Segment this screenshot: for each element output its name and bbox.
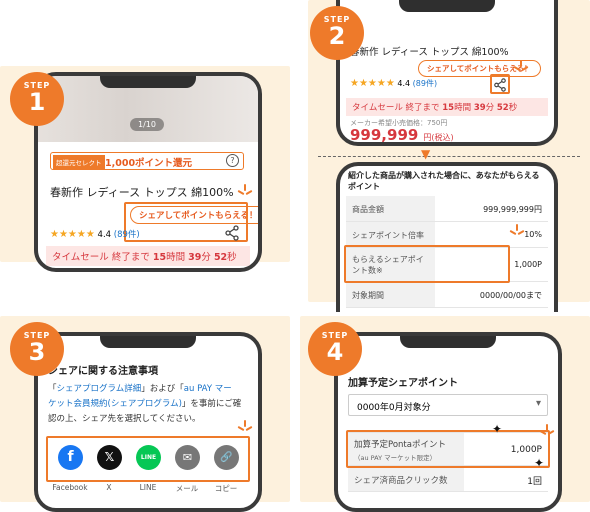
sparkle-icon: ✦ <box>534 456 545 470</box>
spark-icon <box>513 60 529 74</box>
sale-hours-unit: 時間 <box>454 103 472 113</box>
sale-seconds: 52 <box>496 103 509 113</box>
price-unit: 円(税込) <box>423 133 454 142</box>
share-label: メール <box>175 484 199 493</box>
sale-hours: 15 <box>152 252 167 263</box>
notice-heading: シェアに関する注意事項 <box>48 366 158 377</box>
help-icon[interactable]: ? <box>226 154 239 167</box>
select-value: 0000年0月対象分 <box>357 403 431 413</box>
sale-minutes-unit: 分 <box>485 103 495 113</box>
member-terms-link[interactable]: ケット会員規約(シェアプログラム) <box>48 399 182 409</box>
step2-phone-bottom: 紹介した商品が購入された場合に、あなたがもらえるポイント 商品金額 999,999… <box>336 162 558 312</box>
share-icon[interactable] <box>490 74 510 94</box>
table-row: 商品金額 999,999,999円 <box>346 196 548 222</box>
rating[interactable]: ★★★★★ 4.4 (89件) <box>350 78 437 89</box>
down-arrow-icon: ▼ <box>421 147 431 161</box>
sale-minutes-unit: 分 <box>201 252 211 263</box>
rating-value: 4.4 <box>397 79 411 88</box>
rating-value: 4.4 <box>97 230 112 240</box>
highlight-box <box>346 430 550 468</box>
step4-badge: STEP 4 <box>308 322 362 376</box>
table-row: 対象期間 0000/00/00まで <box>346 282 548 308</box>
step1-badge: STEP 1 <box>10 72 64 126</box>
row-key: 商品金額 <box>346 196 435 221</box>
line-icon[interactable]: LINE <box>136 445 161 470</box>
step2-badge: STEP 2 <box>310 6 364 60</box>
dashed-divider <box>318 156 580 157</box>
product-title: 春新作 レディース トップス 綿100% <box>50 186 234 199</box>
row-value: 1,000P <box>514 260 542 269</box>
step3-badge: STEP 3 <box>10 322 64 376</box>
sale-prefix: タイムセール 終了まで <box>352 103 440 113</box>
stars-icon: ★★★★★ <box>350 78 395 89</box>
sale-minutes: 39 <box>188 252 202 263</box>
text: 」および「 <box>141 384 184 394</box>
highlight-box <box>344 245 510 283</box>
stars-icon: ★★★★★ <box>50 229 95 240</box>
x-icon[interactable]: 𝕏 <box>97 445 122 470</box>
step4-phone: 加算予定シェアポイント 0000年0月対象分 ▾ 加算予定Pontaポイント （… <box>334 332 562 512</box>
clicks-value: 1回 <box>527 477 542 487</box>
price: 999,999 円(税込) <box>350 125 454 144</box>
sale-hours: 15 <box>442 103 455 113</box>
sale-hours-unit: 時間 <box>166 252 186 263</box>
points-banner[interactable]: 超還元セレクト 1,000ポイント還元 ? <box>50 152 244 170</box>
row-key: 対象期間 <box>346 282 435 307</box>
text: 」を事前にご確 <box>181 399 242 409</box>
timesale-bar: タイムセール 終了まで 15時間 39分 52秒 <box>46 246 250 266</box>
review-count[interactable]: (89件) <box>114 230 140 240</box>
product-title: 春新作 レディース トップス 綿100% <box>350 47 509 58</box>
price-value: 999,999 <box>350 126 419 144</box>
share-icon[interactable] <box>224 225 240 241</box>
share-label: コピー <box>214 484 238 493</box>
row-value: 10% <box>524 230 542 239</box>
spark-icon <box>539 424 555 438</box>
phone-notch <box>100 76 196 88</box>
row-value: 0000/00/00まで <box>479 291 542 300</box>
spark-icon <box>509 224 525 238</box>
step-number: 1 <box>28 88 46 116</box>
chevron-down-icon: ▾ <box>535 398 541 409</box>
spark-icon <box>237 184 253 198</box>
sale-seconds-unit: 秒 <box>508 103 518 113</box>
phone-notch <box>399 0 495 12</box>
facebook-icon[interactable]: f <box>58 445 83 470</box>
timesale-bar: タイムセール 終了まで 15時間 39分 52秒 <box>346 98 548 116</box>
table-row: シェア済商品クリック数 1回 <box>348 468 548 492</box>
notice-body: 「シェアプログラム詳細」および「au PAY マー ケット会員規約(シェアプログ… <box>48 382 252 427</box>
text: 認の上、シェア先を選択してください。 <box>48 414 201 424</box>
info-heading: 紹介した商品が購入された場合に、あなたがもらえるポイント <box>348 171 540 191</box>
phone-notch <box>400 336 496 348</box>
copy-link-icon[interactable]: 🔗 <box>214 445 239 470</box>
sale-seconds-unit: 秒 <box>227 252 237 263</box>
points-text: 1,000ポイント還元 <box>105 158 193 169</box>
step-number: 3 <box>28 338 46 366</box>
period-select[interactable]: 0000年0月対象分 ▾ <box>348 394 548 416</box>
rating[interactable]: ★★★★★ 4.4 (89件) <box>50 228 140 240</box>
image-counter: 1/10 <box>130 118 164 131</box>
step1-phone: 1/10 超還元セレクト 1,000ポイント還元 ? 春新作 レディース トップ… <box>34 72 262 272</box>
row-key: シェアポイント倍率 <box>346 222 435 247</box>
sale-minutes: 39 <box>473 103 486 113</box>
select-tag: 超還元セレクト <box>53 155 105 169</box>
step-number: 4 <box>326 338 344 366</box>
phone-notch <box>100 336 196 348</box>
sparkle-icon: ✦ <box>492 422 503 436</box>
row-value: 999,999,999円 <box>483 205 542 214</box>
step3-phone: シェアに関する注意事項 「シェアプログラム詳細」および「au PAY マー ケッ… <box>34 332 262 512</box>
pending-heading: 加算予定シェアポイント <box>348 378 458 389</box>
share-label: Facebook <box>52 483 88 492</box>
clicks-label: シェア済商品クリック数 <box>348 468 464 491</box>
sale-prefix: タイムセール 終了まで <box>52 252 150 263</box>
member-terms-link[interactable]: au PAY マー <box>184 384 232 394</box>
step-number: 2 <box>328 22 346 50</box>
share-program-link[interactable]: シェアプログラム詳細 <box>57 384 142 394</box>
spark-icon <box>237 420 253 434</box>
text: 「 <box>48 384 57 394</box>
share-label: LINE <box>139 483 157 492</box>
sale-seconds: 52 <box>213 252 228 263</box>
review-count[interactable]: (89件) <box>413 79 437 88</box>
share-label: X <box>106 483 112 492</box>
mail-icon[interactable]: ✉ <box>175 445 200 470</box>
